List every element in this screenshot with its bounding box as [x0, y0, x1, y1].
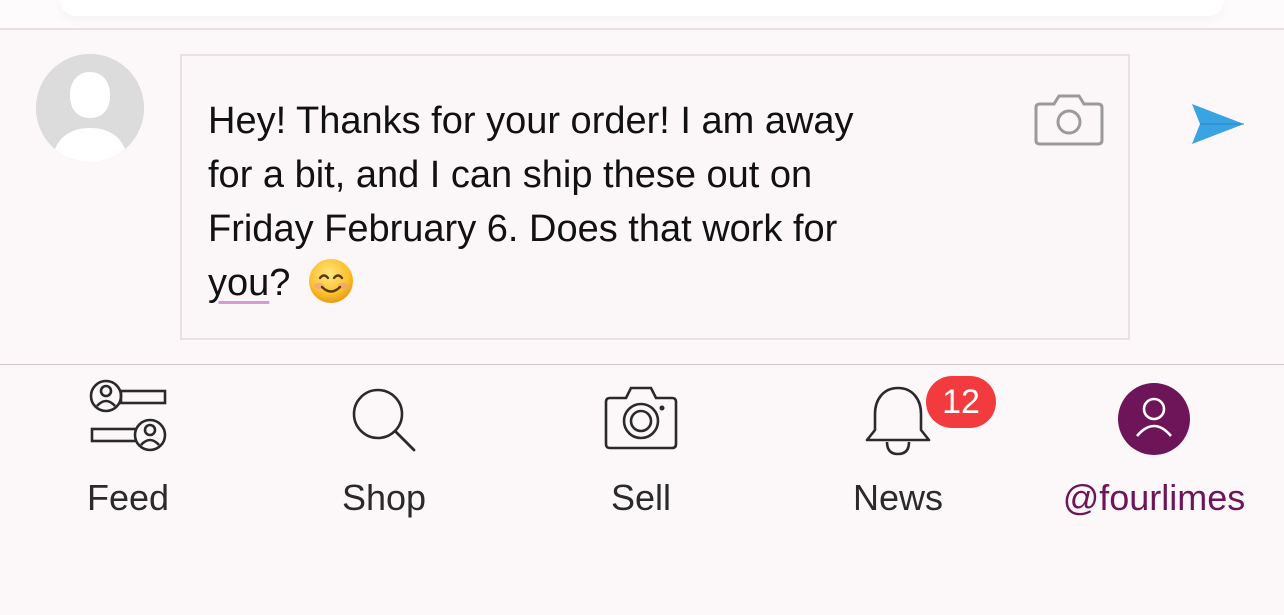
bottom-tab-bar: Feed Shop Sell News @fourlimes — [0, 366, 1284, 615]
bell-icon — [865, 386, 931, 456]
camera-icon — [1034, 94, 1104, 146]
camera-icon — [604, 386, 678, 450]
message-input-box[interactable]: Hey! Thanks for your order! I am away fo… — [180, 54, 1130, 340]
message-line-3: Friday February 6. Does that work for — [208, 208, 838, 250]
feed-icon — [89, 379, 167, 452]
message-punctuation: ? — [269, 262, 291, 304]
tab-news-label: News — [852, 477, 944, 518]
message-line-2: for a bit, and I can ship these out on — [208, 154, 813, 196]
user-icon — [1118, 383, 1190, 455]
search-icon — [352, 388, 416, 452]
tab-profile[interactable]: @fourlimes — [1044, 378, 1264, 518]
message-compose-screen: Hey! Thanks for your order! I am away fo… — [0, 0, 1284, 615]
top-strip — [0, 0, 1284, 30]
send-button[interactable] — [1190, 100, 1246, 148]
smiling-face-emoji-icon — [308, 259, 353, 303]
message-line-1: Hey! Thanks for your order! I am away — [208, 100, 854, 142]
tab-sell-label: Sell — [610, 477, 672, 518]
tabbar-divider — [0, 364, 1284, 365]
misspelled-word[interactable]: you — [208, 262, 269, 304]
tab-feed-label: Feed — [86, 477, 170, 518]
tab-shop[interactable]: Shop — [274, 378, 494, 518]
send-icon — [1192, 104, 1244, 144]
tab-profile-label: @fourlimes — [1062, 477, 1246, 518]
tab-sell[interactable]: Sell — [531, 378, 751, 518]
tab-shop-label: Shop — [341, 477, 427, 518]
person-silhouette-icon — [36, 54, 144, 162]
sender-avatar — [36, 54, 144, 162]
message-input-text[interactable]: Hey! Thanks for your order! I am away fo… — [208, 94, 968, 310]
news-notification-badge: 12 — [926, 376, 996, 428]
tab-feed[interactable]: Feed — [18, 378, 238, 518]
attach-photo-button[interactable] — [1034, 90, 1104, 148]
